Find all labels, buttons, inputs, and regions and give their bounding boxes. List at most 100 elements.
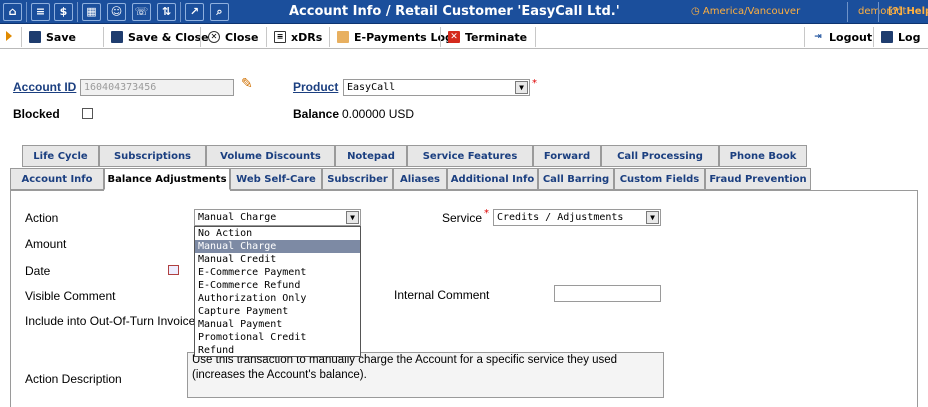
terminate-label: Terminate <box>465 30 528 44</box>
terminate-button[interactable]: ✕ Terminate <box>441 25 527 49</box>
log-button[interactable]: Log <box>874 25 920 49</box>
tab-aliases[interactable]: Aliases <box>393 168 447 190</box>
calendar-icon[interactable] <box>168 265 179 275</box>
phone-icon[interactable]: ☏ <box>132 3 151 21</box>
service-select[interactable]: Credits / Adjustments ▼ <box>493 209 661 226</box>
option-manual-payment[interactable]: Manual Payment <box>195 318 360 331</box>
tab-web-self-care[interactable]: Web Self-Care <box>230 168 322 190</box>
visible-comment-label: Visible Comment <box>25 289 116 303</box>
logout-icon: ⇥ <box>814 32 822 42</box>
action-label: Action <box>25 211 59 225</box>
tab-life-cycle[interactable]: Life Cycle <box>22 145 99 167</box>
search-icon[interactable]: ⌕ <box>210 3 229 21</box>
action-description-label: Action Description <box>25 372 122 386</box>
tab-balance-adjustments[interactable]: Balance Adjustments <box>104 168 230 190</box>
product-value: EasyCall <box>347 82 396 93</box>
date-label: Date <box>25 264 51 278</box>
divider <box>535 27 536 47</box>
save-button[interactable]: Save <box>22 25 76 49</box>
logout-label: Logout <box>829 30 873 44</box>
floppy-icon <box>111 31 123 43</box>
tab-account-info[interactable]: Account Info <box>10 168 104 190</box>
save-label: Save <box>46 30 76 44</box>
internal-comment-label: Internal Comment <box>394 288 490 302</box>
internal-comment-input[interactable] <box>554 285 661 302</box>
xdrs-label: xDRs <box>291 30 323 44</box>
person-icon[interactable]: ☺ <box>107 3 126 21</box>
service-label: Service <box>442 211 483 225</box>
floppy-icon <box>29 31 41 43</box>
tab-notepad[interactable]: Notepad <box>335 145 407 167</box>
tab-forward[interactable]: Forward <box>533 145 601 167</box>
tab-additional-info[interactable]: Additional Info <box>447 168 538 190</box>
close-button[interactable]: ✕ Close <box>201 25 258 49</box>
option-ecommerce-payment[interactable]: E-Commerce Payment <box>195 266 360 279</box>
document-icon: ≡ <box>274 31 286 43</box>
logout-button[interactable]: ⇥ Logout <box>805 25 872 49</box>
log-label: Log <box>898 30 921 44</box>
action-value: Manual Charge <box>198 212 277 223</box>
option-promotional-credit[interactable]: Promotional Credit <box>195 331 360 344</box>
grid-icon[interactable]: ▦ <box>82 3 101 21</box>
epayments-label: E-Payments Log <box>354 30 453 44</box>
option-manual-charge[interactable]: Manual Charge <box>195 240 360 253</box>
amount-label: Amount <box>25 237 67 251</box>
dollar-icon[interactable]: $ <box>54 3 73 21</box>
product-label[interactable]: Product <box>293 80 338 94</box>
transfer-icon[interactable]: ⇅ <box>157 3 176 21</box>
product-select[interactable]: EasyCall ▼ <box>343 79 530 96</box>
option-no-action[interactable]: No Action <box>195 227 360 240</box>
account-id-label[interactable]: Account ID <box>13 80 76 94</box>
help-label: Help <box>906 6 928 17</box>
option-manual-credit[interactable]: Manual Credit <box>195 253 360 266</box>
divider <box>878 2 879 22</box>
action-description: Use this transaction to manually charge … <box>187 352 664 398</box>
tab-call-processing[interactable]: Call Processing <box>601 145 719 167</box>
option-capture-payment[interactable]: Capture Payment <box>195 305 360 318</box>
expand-arrow-icon[interactable] <box>6 31 12 41</box>
clock-icon: ◷ <box>691 6 703 17</box>
help-link[interactable]: [?] Help <box>888 5 928 19</box>
tab-subscriptions[interactable]: Subscriptions <box>99 145 206 167</box>
action-select[interactable]: Manual Charge ▼ <box>194 209 361 226</box>
save-close-button[interactable]: Save & Close <box>104 25 209 49</box>
option-refund[interactable]: Refund <box>195 344 360 357</box>
blocked-checkbox[interactable] <box>82 108 93 119</box>
required-marker: * <box>484 208 489 219</box>
divider <box>847 2 848 22</box>
list-icon[interactable]: ≡ <box>31 3 50 21</box>
payment-icon <box>337 31 349 43</box>
divider <box>180 2 181 22</box>
balance-value: 0.00000 USD <box>342 107 415 121</box>
epayments-log-button[interactable]: E-Payments Log <box>330 25 453 49</box>
option-ecommerce-refund[interactable]: E-Commerce Refund <box>195 279 360 292</box>
divider <box>77 2 78 22</box>
timezone-label: America/Vancouver <box>702 6 801 17</box>
tab-fraud-prevention[interactable]: Fraud Prevention <box>705 168 811 190</box>
tab-volume-discounts[interactable]: Volume Discounts <box>206 145 335 167</box>
tab-custom-fields[interactable]: Custom Fields <box>614 168 705 190</box>
chart-icon[interactable]: ↗ <box>185 3 204 21</box>
option-authorization-only[interactable]: Authorization Only <box>195 292 360 305</box>
service-value: Credits / Adjustments <box>497 212 624 223</box>
chevron-down-icon: ▼ <box>515 81 528 94</box>
action-options-list[interactable]: No Action Manual Charge Manual Credit E-… <box>194 226 361 357</box>
account-id-field: 160404373456 <box>80 79 234 96</box>
close-icon: ✕ <box>208 31 220 43</box>
log-icon <box>881 31 893 43</box>
required-marker: * <box>532 78 537 89</box>
toolbar: Save Save & Close ✕ Close ≡ xDRs E-Payment… <box>0 25 928 49</box>
timezone[interactable]: ◷ America/Vancouver <box>691 5 800 19</box>
terminate-icon: ✕ <box>448 31 460 43</box>
page-title: Account Info / Retail Customer 'EasyCall… <box>289 4 620 19</box>
help-icon: [?] <box>888 6 907 17</box>
home-icon[interactable]: ⌂ <box>3 3 22 21</box>
close-label: Close <box>225 30 259 44</box>
xdrs-button[interactable]: ≡ xDRs <box>267 25 322 49</box>
tab-phone-book[interactable]: Phone Book <box>719 145 807 167</box>
tab-call-barring[interactable]: Call Barring <box>538 168 614 190</box>
tab-subscriber[interactable]: Subscriber <box>322 168 393 190</box>
save-close-label: Save & Close <box>128 30 209 44</box>
edit-icon[interactable]: ✎ <box>241 76 253 92</box>
tab-service-features[interactable]: Service Features <box>407 145 533 167</box>
